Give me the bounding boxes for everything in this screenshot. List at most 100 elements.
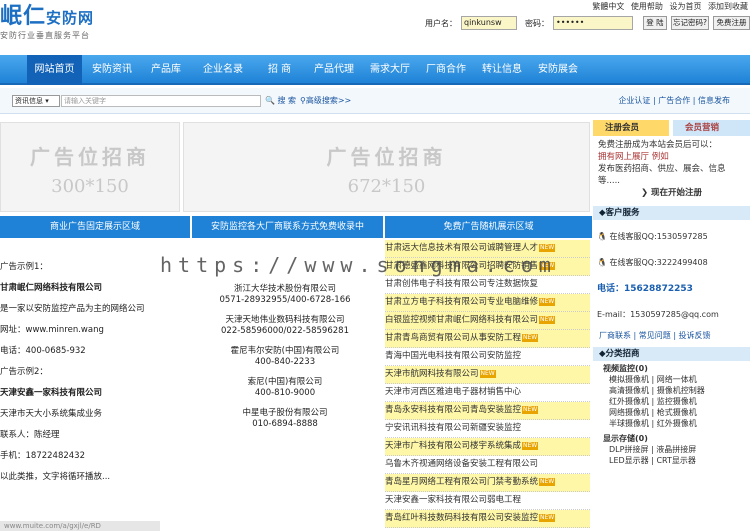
member-intro: 免费注册成为本站会员后可以： 拥有网上展厅 例如 发布医药招商、供应、展会、信息… — [593, 136, 750, 202]
category-item[interactable]: 红外摄像机 | 监控摄像机 — [597, 396, 746, 407]
username-label: 用户名： — [425, 19, 457, 28]
vendor-entry[interactable]: 霍尼韦尔安防(中国)有限公司 400-840-2233 — [190, 346, 380, 368]
category-list: 视频监控(0) 模拟摄像机 | 网络一体机 高清摄像机 | 摄像机控制器 红外摄… — [593, 361, 750, 468]
category-video[interactable]: 视频监控(0) — [597, 363, 746, 374]
random-ad-item[interactable]: 甘肃青鸟商贸有限公司从事安防工程 NEW — [385, 330, 590, 348]
random-ad-item[interactable]: 天津市航网科技有限公司 NEW — [385, 366, 590, 384]
random-ad-item[interactable]: 甘肃创伟电子科技有限公司专注数据恢复 — [385, 276, 590, 294]
new-badge-icon: NEW — [522, 441, 539, 450]
advanced-search-link[interactable]: ⚲高级搜索>> — [300, 95, 351, 106]
category-item[interactable]: 网络摄像机 | 枪式摄像机 — [597, 407, 746, 418]
random-ad-list: 甘肃远大信息技术有限公司诚聘管理人才 NEW 甘肃德盛鑫网科技有限公司招聘安防销售 N… — [385, 240, 590, 528]
member-tabs: 注册会员 会员营销 — [593, 120, 750, 136]
list-item: 以此类推，文字将循环播放... — [0, 472, 111, 482]
site-logo[interactable]: 岷仁安防网 安防行业垂直服务平台 — [0, 4, 140, 41]
forgot-password-button[interactable]: 忘记密码? — [671, 16, 709, 30]
search-bar: 资讯信息 ▾ 请输入关键字 🔍 搜 索 ⚲高级搜索>> 企业认证 | 广告合作 … — [0, 88, 750, 114]
status-bar: www.muite.com/a/gxjl/e/RD — [0, 521, 160, 531]
random-ad-item[interactable]: 乌鲁木齐视通网络设备安装工程有限公司 — [385, 456, 590, 474]
list-item[interactable]: 网址：www.minren.wang — [0, 324, 190, 337]
nav-demand[interactable]: 需求大厅 — [370, 55, 410, 85]
help-link[interactable]: 使用帮助 — [631, 2, 663, 11]
ad-slot-right[interactable]: 广告位招商 672*150 — [183, 122, 590, 212]
nav-news[interactable]: 安防资讯 — [92, 55, 132, 85]
random-ad-item[interactable]: 青岛星月网络工程有限公司门禁考勤系统 NEW — [385, 474, 590, 492]
vendor-entry[interactable]: 浙江大华技术股份有限公司 0571-28932955/400-6728-166 — [190, 284, 380, 306]
nav-cooperation[interactable]: 厂商合作 — [426, 55, 466, 85]
category-item[interactable]: DLP拼接屏 | 液晶拼接屏 — [597, 444, 746, 455]
nav-exhibition[interactable]: 安防展会 — [538, 55, 578, 85]
sidebar: 注册会员 会员营销 免费注册成为本站会员后可以： 拥有网上展厅 例如 发布医药招… — [593, 120, 750, 468]
logo-slogan: 安防行业垂直服务平台 — [0, 31, 90, 40]
service-links[interactable]: 厂商联系 | 常见问题 | 投诉反馈 — [593, 328, 750, 343]
search-button[interactable]: 🔍 搜 索 — [265, 95, 296, 106]
tab-member-marketing[interactable]: 会员营销 — [673, 120, 750, 136]
nav-transfer[interactable]: 转让信息 — [482, 55, 522, 85]
list-item: 手机：18722482432 — [0, 451, 85, 461]
random-ad-header: 免费广告随机展示区域 — [385, 216, 592, 238]
category-item[interactable]: LED显示器 | CRT显示器 — [597, 455, 746, 466]
list-item: 天津市天大小系统集成业务 — [0, 409, 103, 419]
random-ad-item[interactable]: 天津安鑫一家科技有限公司弱电工程 — [385, 492, 590, 510]
register-button[interactable]: 免费注册 — [713, 16, 750, 30]
category-item[interactable]: 半球摄像机 | 红外摄像机 — [597, 418, 746, 429]
service-email[interactable]: E-mail：1530597285@qq.com — [597, 309, 746, 321]
random-ad-item[interactable]: 青岛红叶科技数码科技有限公司安装监控 NEW — [385, 510, 590, 528]
set-home-link[interactable]: 设为首页 — [669, 2, 701, 11]
category-display[interactable]: 显示存储(0) — [597, 433, 746, 444]
random-ad-item[interactable]: 宁安讯讯科技有限公司新疆安装监控 — [385, 420, 590, 438]
qq-contact-1[interactable]: 🐧 在线客服QQ:1530597285 — [597, 231, 746, 243]
list-item[interactable]: 甘肃岷仁网络科技有限公司 — [0, 282, 190, 295]
random-ad-item[interactable]: 甘肃立方电子科技有限公司专业电脑维修 NEW — [385, 294, 590, 312]
watermark: https://www.songma.com — [160, 253, 557, 277]
list-item[interactable]: 天津安鑫一家科技有限公司 — [0, 387, 190, 400]
search-category-select[interactable]: 资讯信息 ▾ — [12, 95, 60, 107]
qq-icon: 🐧 — [597, 232, 607, 241]
nav-investment[interactable]: 招 商 — [268, 55, 291, 85]
random-ad-item[interactable]: 青海中国光电科技有限公司安防监控 — [385, 348, 590, 366]
search-icon: 🔍 — [265, 96, 275, 105]
random-ad-item[interactable]: 青岛永安科技有限公司青岛安装监控 NEW — [385, 402, 590, 420]
ad-slot-left[interactable]: 广告位招商 300*150 — [0, 122, 180, 212]
list-item: 电话：400-0685-932 — [0, 346, 86, 356]
nav-companies[interactable]: 企业名录 — [203, 55, 243, 85]
vendor-entry[interactable]: 中星电子股份有限公司 010-6894-8888 — [190, 408, 380, 430]
fixed-ad-header: 商业广告固定展示区域 — [0, 216, 190, 238]
username-field[interactable]: qinkunsw — [461, 16, 517, 30]
new-badge-icon: NEW — [522, 405, 539, 414]
nav-agency[interactable]: 产品代理 — [314, 55, 354, 85]
category-item[interactable]: 模拟摄像机 | 网络一体机 — [597, 374, 746, 385]
new-badge-icon: NEW — [522, 333, 539, 342]
top-links: 繁體中文 使用帮助 设为首页 添加到收藏 — [588, 1, 748, 12]
list-item: 联系人：陈经理 — [0, 430, 60, 440]
category-item[interactable]: 高清摄像机 | 摄像机控制器 — [597, 385, 746, 396]
lang-link[interactable]: 繁體中文 — [592, 2, 624, 11]
new-badge-icon: NEW — [539, 297, 556, 306]
qq-contact-2[interactable]: 🐧 在线客服QQ:3222499408 — [597, 257, 746, 269]
login-button[interactable]: 登 陆 — [643, 16, 667, 30]
arrow-right-icon: ❯ — [640, 188, 652, 198]
random-ad-item[interactable]: 天津市河西区雅迪电子器材销售中心 — [385, 384, 590, 402]
search-input[interactable]: 请输入关键字 — [61, 95, 261, 107]
service-title: ◆客户服务 — [593, 206, 750, 220]
tab-register-member[interactable]: 注册会员 — [593, 120, 669, 136]
nav-home[interactable]: 网站首页 — [27, 55, 82, 85]
service-phone: 电话：15628872253 — [597, 284, 693, 294]
random-ad-item[interactable]: 天津市广科技有限公司楼宇系统集成 NEW — [385, 438, 590, 456]
vendor-entry[interactable]: 天津天地伟业数码科技有限公司 022-58596000/022-58596281 — [190, 315, 380, 337]
login-bar: 用户名： qinkunsw 密码： •••••• 登 陆 忘记密码? 免费注册 — [425, 16, 750, 32]
list-item: 广告示例2： — [0, 367, 48, 377]
favorite-link[interactable]: 添加到收藏 — [708, 2, 748, 11]
ad-title: 广告位招商 — [30, 145, 150, 169]
password-field[interactable]: •••••• — [553, 16, 633, 30]
vendor-entry[interactable]: 索尼(中国)有限公司 400-810-9000 — [190, 377, 380, 399]
list-item: 是一家以安防监控产品为主的网络公司 — [0, 304, 145, 314]
vendor-contact-list: 浙江大华技术股份有限公司 0571-28932955/400-6728-166 天… — [190, 270, 380, 439]
random-ad-item[interactable]: 白银监控视频甘肃岷仁网络科技有限公司 NEW — [385, 312, 590, 330]
header-service-links[interactable]: 企业认证 | 广告合作 | 信息发布 — [618, 95, 730, 106]
ad-size: 300*150 — [51, 176, 129, 197]
main-nav: 网站首页 安防资讯 产品库 企业名录 招 商 产品代理 需求大厅 厂商合作 转让… — [0, 55, 750, 85]
new-badge-icon: NEW — [479, 369, 496, 378]
nav-products[interactable]: 产品库 — [151, 55, 181, 85]
start-register-link[interactable]: ❯ 现在开始注册 — [598, 187, 745, 199]
